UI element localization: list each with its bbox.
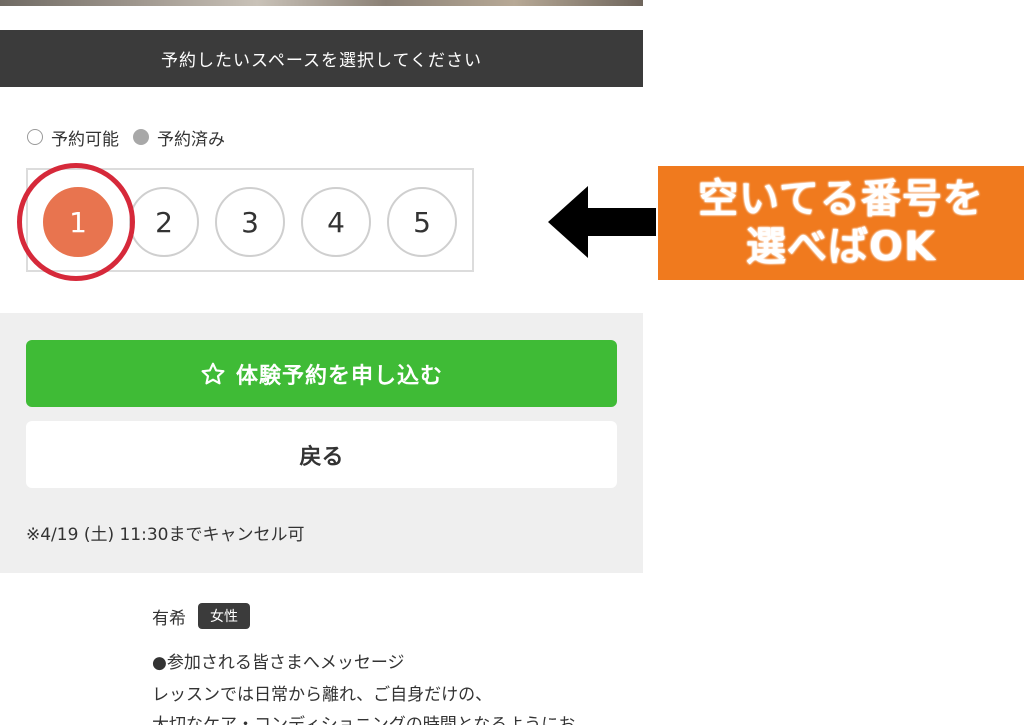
slot-number: 3 <box>241 205 259 239</box>
cancel-deadline-note: ※4/19 (土) 11:30までキャンセル可 <box>26 525 305 545</box>
back-button[interactable]: 戻る <box>26 421 617 488</box>
star-outline-icon <box>200 361 226 387</box>
slot-number: 4 <box>327 205 345 239</box>
back-button-label: 戻る <box>299 444 344 470</box>
message-line-1: レッスンでは日常から離れ、ご自身だけの、 <box>152 685 493 705</box>
callout-line-1: 空いてる番号を <box>698 176 984 222</box>
photo-strip <box>0 0 643 6</box>
available-dot-icon <box>27 129 43 145</box>
space-select-header: 予約したいスペースを選択してください <box>0 30 643 87</box>
apply-trial-button[interactable]: 体験予約を申し込む <box>26 340 617 407</box>
slot-number: 5 <box>413 205 431 239</box>
slot-number: 2 <box>155 205 173 239</box>
selection-highlight-circle <box>17 163 135 281</box>
header-title: 予約したいスペースを選択してください <box>161 51 482 71</box>
booking-screen: 予約したいスペースを選択してください 予約可能 予約済み 1 2 3 4 5 体… <box>0 0 643 725</box>
instructor-name: 有希 <box>152 608 186 629</box>
instructor-profile: 有希 女性 <box>152 603 250 629</box>
message-title: ●参加される皆さまへメッセージ <box>152 653 405 673</box>
legend-available-label: 予約可能 <box>51 129 119 150</box>
availability-legend: 予約可能 予約済み <box>27 126 225 150</box>
space-slot-5[interactable]: 5 <box>387 187 457 257</box>
callout-line-2: 選べばOK <box>746 224 936 270</box>
apply-button-label: 体験予約を申し込む <box>235 363 443 389</box>
legend-booked-label: 予約済み <box>157 129 225 150</box>
gender-badge: 女性 <box>198 603 250 629</box>
booked-dot-icon <box>133 129 149 145</box>
arrow-left-icon <box>548 184 656 260</box>
instruction-callout: 空いてる番号を 選べばOK <box>658 166 1024 280</box>
message-line-2: 大切なケア・コンディショニングの時間となるようにお <box>152 715 576 725</box>
space-slot-3[interactable]: 3 <box>215 187 285 257</box>
space-slot-4[interactable]: 4 <box>301 187 371 257</box>
space-slot-2[interactable]: 2 <box>129 187 199 257</box>
